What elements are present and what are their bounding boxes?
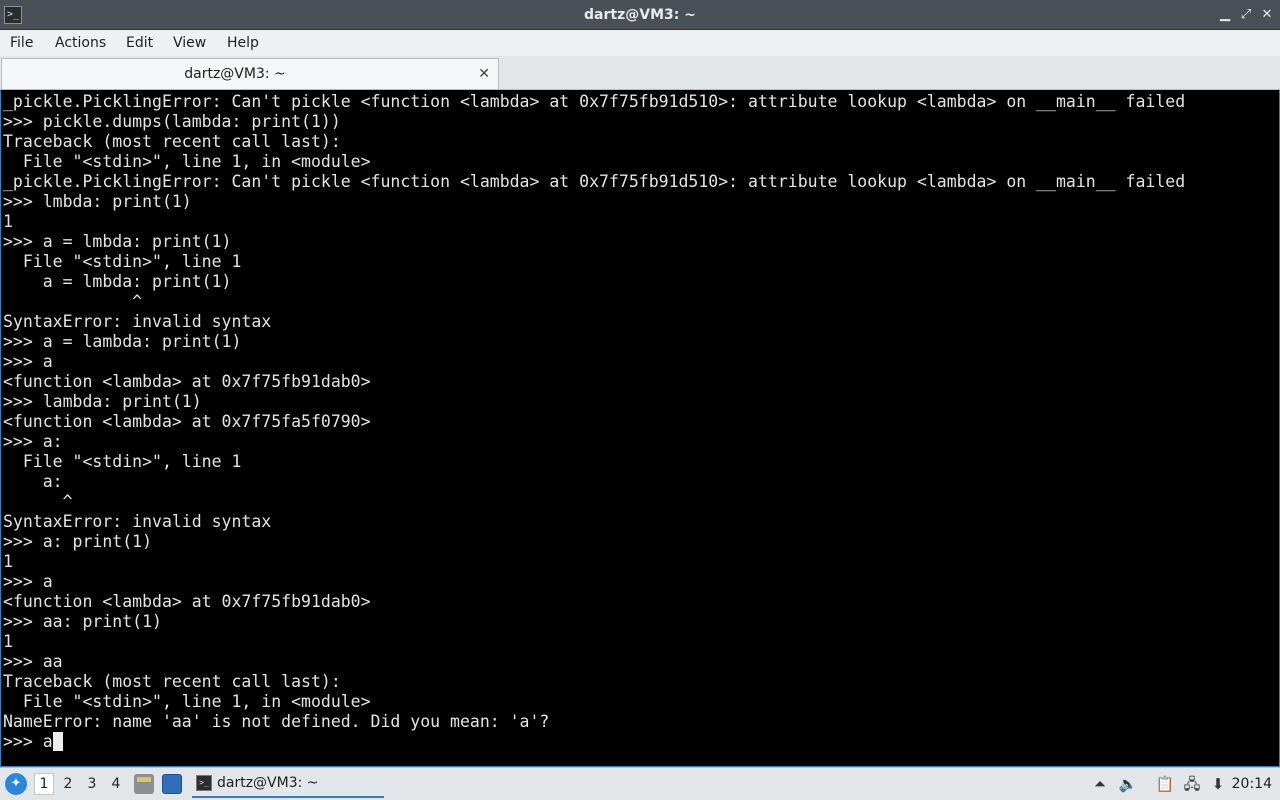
terminal-line: >>> a: — [3, 432, 63, 451]
terminal-line: File "<stdin>", line 1 — [3, 452, 242, 471]
terminal-line: ^ — [3, 492, 73, 511]
clipboard-icon[interactable]: 📋 — [1155, 774, 1175, 794]
terminal-line: >>> a = lmbda: print(1) — [3, 232, 232, 251]
tab-label: dartz@VM3: ~ — [184, 66, 286, 82]
show-desktop-icon[interactable] — [162, 774, 182, 794]
terminal-line: Traceback (most recent call last): — [3, 132, 341, 151]
terminal-output[interactable]: _pickle.PicklingError: Can't pickle <fun… — [0, 90, 1280, 767]
tab-close-icon[interactable]: ✕ — [478, 59, 490, 89]
minimize-button[interactable]: ▁ — [1216, 6, 1234, 24]
maximize-button[interactable]: ⤢ — [1237, 6, 1255, 24]
terminal-line: File "<stdin>", line 1 — [3, 252, 242, 271]
terminal-line: a: — [3, 472, 63, 491]
tab-bar: dartz@VM3: ~ ✕ — [0, 56, 1280, 90]
tray-arrow-icon[interactable]: ⏶ — [1090, 774, 1110, 794]
start-menu-icon[interactable]: ✦ — [5, 773, 27, 795]
terminal-line: File "<stdin>", line 1, in <module> — [3, 692, 371, 711]
terminal-line: >>> aa — [3, 652, 63, 671]
menu-edit[interactable]: Edit — [126, 30, 153, 56]
terminal-line: >>> pickle.dumps(lambda: print(1)) — [3, 112, 341, 131]
terminal-tab[interactable]: dartz@VM3: ~ ✕ — [1, 58, 499, 89]
terminal-line: >>> lmbda: print(1) — [3, 192, 192, 211]
text-cursor — [52, 732, 63, 751]
network-icon[interactable]: 🖧 — [1182, 774, 1202, 794]
terminal-prompt-line[interactable]: >>> a — [3, 732, 1185, 752]
terminal-line: a = lmbda: print(1) — [3, 272, 232, 291]
taskbar: ✦ 1 2 3 4 >_ dartz@VM3: ~ ⏶ 🔈 📋 🖧 ⬇ 20:1… — [0, 767, 1280, 800]
desktop-2-button[interactable]: 2 — [58, 773, 78, 795]
clock: 20:14 — [1231, 776, 1272, 792]
terminal-line: ^ — [3, 292, 143, 311]
terminal-icon: >_ — [196, 775, 212, 791]
terminal-line: _pickle.PicklingError: Can't pickle <fun… — [3, 172, 1186, 191]
terminal-text: _pickle.PicklingError: Can't pickle <fun… — [3, 92, 1185, 752]
terminal-line: SyntaxError: invalid syntax — [3, 312, 272, 331]
terminal-line: >>> a = lambda: print(1) — [3, 332, 242, 351]
terminal-line: >>> lambda: print(1) — [3, 392, 202, 411]
update-icon[interactable]: ⬇ — [1208, 774, 1228, 794]
terminal-line: SyntaxError: invalid syntax — [3, 512, 272, 531]
desktop-4-button[interactable]: 4 — [106, 773, 126, 795]
taskbar-terminal-button[interactable]: >_ dartz@VM3: ~ — [192, 771, 384, 798]
terminal-line: <function <lambda> at 0x7f75fb91dab0> — [3, 372, 371, 391]
terminal-line: 1 — [3, 552, 13, 571]
desktop-1-button[interactable]: 1 — [34, 773, 54, 795]
prompt-text: >>> a — [3, 732, 53, 751]
close-window-button[interactable]: ✕ — [1258, 6, 1276, 24]
menu-actions[interactable]: Actions — [55, 30, 106, 56]
terminal-line: NameError: name 'aa' is not defined. Did… — [3, 712, 550, 731]
window-titlebar[interactable]: >_ dartz@VM3: ~ ▁ ⤢ ✕ — [0, 0, 1280, 30]
menu-view[interactable]: View — [173, 30, 206, 56]
terminal-line: >>> a — [3, 572, 53, 591]
terminal-line: >>> aa: print(1) — [3, 612, 162, 631]
file-manager-icon[interactable] — [134, 774, 154, 794]
terminal-line: <function <lambda> at 0x7f75fb91dab0> — [3, 592, 371, 611]
terminal-line: >>> a — [3, 352, 53, 371]
menu-file[interactable]: File — [10, 30, 33, 56]
menu-bar: File Actions Edit View Help — [0, 30, 1280, 56]
terminal-line: <function <lambda> at 0x7f75fa5f0790> — [3, 412, 371, 431]
terminal-line: File "<stdin>", line 1, in <module> — [3, 152, 371, 171]
terminal-line: 1 — [3, 212, 13, 231]
terminal-line: Traceback (most recent call last): — [3, 672, 341, 691]
menu-help[interactable]: Help — [227, 30, 259, 56]
taskbar-task-label: dartz@VM3: ~ — [217, 775, 319, 791]
terminal-line: _pickle.PicklingError: Can't pickle <fun… — [3, 92, 1186, 111]
volume-icon[interactable]: 🔈 — [1118, 774, 1138, 794]
terminal-line: >>> a: print(1) — [3, 532, 153, 551]
terminal-line: 1 — [3, 632, 13, 651]
window-title: dartz@VM3: ~ — [584, 7, 696, 23]
desktop-3-button[interactable]: 3 — [82, 773, 102, 795]
